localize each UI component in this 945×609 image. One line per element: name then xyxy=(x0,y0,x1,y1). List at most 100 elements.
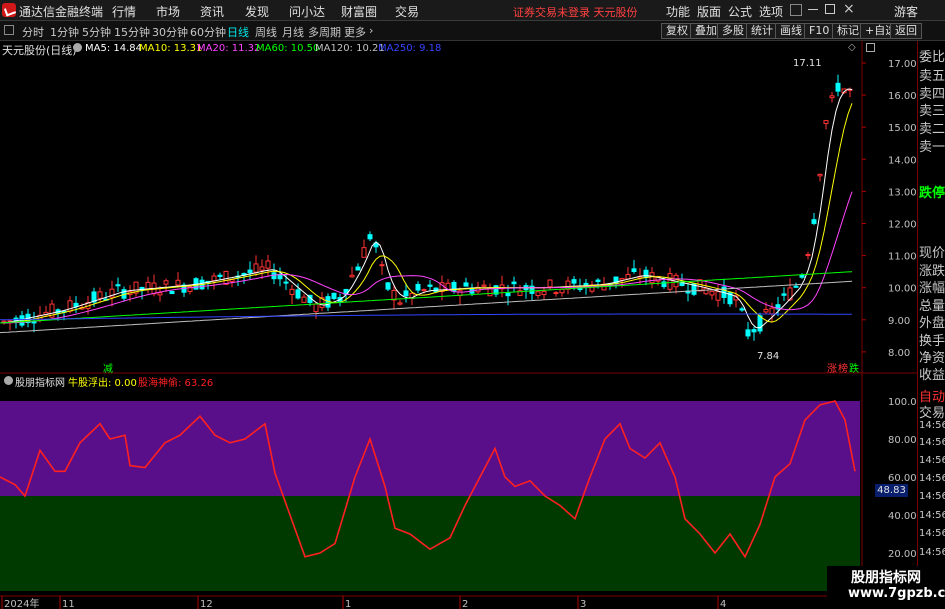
candle-body xyxy=(715,291,721,301)
quote-panel-item: 14:56 xyxy=(919,528,945,539)
candle-body xyxy=(397,302,403,305)
quote-panel-item: 14:56 xyxy=(919,455,945,466)
quote-panel-item: 交易 xyxy=(919,406,945,421)
menu-trade[interactable]: 交易 xyxy=(395,3,419,20)
quote-panel-item: 14:56 xyxy=(919,547,945,558)
price-tick-label: 17.00 xyxy=(888,59,917,70)
period-tab[interactable]: 1分钟 xyxy=(50,24,79,40)
close-icon[interactable]: × xyxy=(843,1,855,17)
period-tab[interactable]: 60分钟 xyxy=(190,24,226,40)
menu-layout[interactable]: 版面 xyxy=(697,3,721,20)
candle-body xyxy=(415,283,421,291)
candle-body xyxy=(163,280,169,285)
candle-body xyxy=(385,282,391,290)
candle-body xyxy=(511,281,517,285)
period-tab-daily[interactable]: 日线 xyxy=(227,24,249,40)
candle-body xyxy=(793,285,799,288)
restore-rights-button[interactable]: 复权 xyxy=(661,23,693,39)
candle-body xyxy=(565,280,571,290)
date-label: 2 xyxy=(462,599,468,609)
quote-panel-item: 14:56 xyxy=(919,420,945,431)
rise-marker: 涨 xyxy=(827,364,837,375)
period-tab[interactable]: 5分钟 xyxy=(82,24,111,40)
menu-market[interactable]: 市场 xyxy=(156,3,180,20)
period-tab[interactable]: 多周期 xyxy=(308,24,341,40)
menu-formula[interactable]: 公式 xyxy=(728,3,752,20)
candle-body xyxy=(217,274,223,277)
menu-ask[interactable]: 问小达 xyxy=(289,3,325,20)
menu-discover[interactable]: 发现 xyxy=(245,3,269,20)
guest-user[interactable]: 游客 xyxy=(894,3,918,20)
period-tab[interactable]: 分时 xyxy=(22,24,44,40)
candle-body xyxy=(223,270,229,285)
candle-body xyxy=(1,320,7,323)
minimize-icon[interactable] xyxy=(808,9,818,10)
price-tick-label: 12.00 xyxy=(888,220,917,231)
indicator-line1: 牛股浮出: 0.00 xyxy=(68,378,137,389)
period-tab[interactable]: 周线 xyxy=(255,24,277,40)
panel-toggle-icon[interactable] xyxy=(4,25,14,35)
period-tab[interactable]: 月线 xyxy=(282,24,304,40)
candle-body xyxy=(247,269,253,274)
candle-body xyxy=(367,234,373,240)
maximize-icon[interactable] xyxy=(825,4,835,14)
date-label: 12 xyxy=(200,599,213,609)
login-status: 证券交易未登录 天元股份 xyxy=(513,6,638,19)
list-marker: 榜 xyxy=(838,364,848,375)
candle-body xyxy=(355,266,361,271)
chart-canvas[interactable]: 17.00 16.00 15.00 14.00 13.00 12.00 11.00 10.00… xyxy=(0,41,917,609)
draw-line-button[interactable]: 画线 xyxy=(775,23,807,39)
f10-button[interactable]: F10 xyxy=(804,23,835,39)
brand-url: www.7gpzb.com xyxy=(848,586,945,601)
multi-stock-button[interactable]: 多股 xyxy=(717,23,749,39)
diamond-icon[interactable]: ◇ xyxy=(848,42,856,53)
candle-body xyxy=(829,95,835,99)
candle-body xyxy=(625,274,631,280)
candle-body xyxy=(559,288,565,294)
app-logo-icon xyxy=(2,3,16,17)
period-tab[interactable]: 30分钟 xyxy=(152,24,188,40)
candle-body xyxy=(403,290,409,297)
menu-news[interactable]: 资讯 xyxy=(200,3,224,20)
quote-panel-item: 外盘 xyxy=(919,316,945,331)
candle-body xyxy=(643,269,649,279)
candle-body xyxy=(253,263,259,273)
window-icon[interactable] xyxy=(790,4,802,16)
candle-body xyxy=(649,272,655,284)
period-more[interactable]: 更多 xyxy=(344,24,366,40)
quote-panel-item: 14:56 xyxy=(919,437,945,448)
back-button[interactable]: 返回 xyxy=(890,23,922,39)
ma5-label: MA5: 14.84 xyxy=(85,43,143,54)
candle-body xyxy=(811,219,817,224)
quote-panel-item: 委比 xyxy=(919,50,945,65)
settings-dot-icon[interactable] xyxy=(73,43,82,52)
period-tab[interactable]: 15分钟 xyxy=(114,24,150,40)
menu-function[interactable]: 功能 xyxy=(666,3,690,20)
menu-options[interactable]: 选项 xyxy=(759,3,783,20)
ma60-label: MA60: 10.50 xyxy=(256,43,320,54)
candle-body xyxy=(553,292,559,295)
chevron-right-icon[interactable]: › xyxy=(369,24,373,37)
current-value-badge: 48.83 xyxy=(875,484,908,497)
candle-body xyxy=(571,279,577,284)
quote-panel-item: 14:56 xyxy=(919,510,945,521)
candle-body xyxy=(769,307,775,315)
sub-settings-icon[interactable] xyxy=(4,376,13,385)
candle-body xyxy=(781,293,787,296)
date-label: 1 xyxy=(345,599,351,609)
statistics-button[interactable]: 统计 xyxy=(746,23,778,39)
quote-panel-item: 涨幅 xyxy=(919,281,945,296)
osc-tick-label: 80.00 xyxy=(888,435,917,446)
candle-body xyxy=(751,329,757,333)
price-tick-label: 13.00 xyxy=(888,187,917,198)
high-price-label: 17.11 xyxy=(793,58,822,69)
candle-body xyxy=(211,275,217,282)
menu-quotes[interactable]: 行情 xyxy=(112,3,136,20)
menu-wealth[interactable]: 财富圈 xyxy=(341,3,377,20)
quote-panel-item: 14:56 xyxy=(919,473,945,484)
stock-label: 天元股份(日线) xyxy=(2,44,77,57)
date-label: 11 xyxy=(62,599,75,609)
expand-icon[interactable] xyxy=(866,43,875,52)
brand-name: 股朋指标网 xyxy=(851,570,921,586)
candle-body xyxy=(709,290,715,296)
